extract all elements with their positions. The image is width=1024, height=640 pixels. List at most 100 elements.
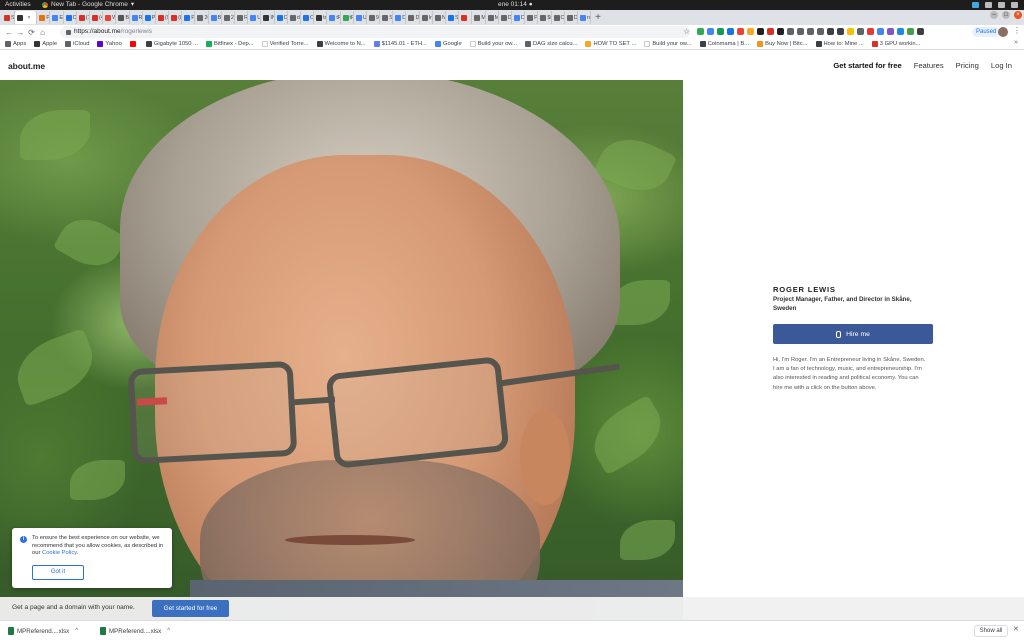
reload-icon[interactable]: ⟳ [26, 28, 37, 37]
browser-tab[interactable]: Cr [275, 11, 288, 24]
browser-tab[interactable]: IN [261, 11, 275, 24]
minimize-icon[interactable]: – [990, 11, 998, 19]
got-it-button[interactable]: Got it [32, 565, 84, 580]
browser-tab[interactable]: Cr [301, 11, 315, 24]
browser-tab[interactable]: Sc [2, 11, 16, 24]
browser-tab[interactable]: to [314, 11, 328, 24]
browser-tab[interactable]: Ur [248, 11, 262, 24]
forward-icon[interactable]: → [15, 28, 26, 37]
home-icon[interactable]: ⌂ [37, 28, 48, 37]
browser-tab[interactable]: Cl [64, 11, 77, 24]
extension-icon[interactable] [707, 28, 714, 35]
browser-tab[interactable]: dc [288, 11, 301, 24]
bookmark-item[interactable]: Build your ow... [644, 41, 692, 47]
browser-tab[interactable]: Di [406, 11, 420, 24]
pricing-link[interactable]: Pricing [956, 61, 979, 70]
extension-icon[interactable] [717, 28, 724, 35]
show-all-downloads-button[interactable]: Show all [974, 625, 1008, 637]
promo-get-started-button[interactable]: Get started for free [152, 600, 229, 617]
bookmark-item[interactable]: iCloud [65, 41, 89, 47]
browser-tab[interactable]: Int [420, 11, 433, 24]
browser-tab[interactable]: tP [341, 11, 354, 24]
extension-icon[interactable] [757, 28, 764, 35]
browser-tab[interactable]: (8 [169, 11, 183, 24]
browser-tab[interactable]: Pc [525, 11, 539, 24]
extension-icon[interactable] [697, 28, 704, 35]
power-icon[interactable] [1011, 2, 1018, 8]
bookmark-item[interactable]: Coinmama | B... [699, 41, 749, 47]
sync-paused-badge[interactable]: Paused [972, 27, 1001, 37]
bookmark-item[interactable]: Build your ow... [469, 41, 517, 47]
chevron-up-icon[interactable]: ^ [167, 628, 170, 634]
login-link[interactable]: Log In [991, 61, 1012, 70]
close-window-icon[interactable]: × [1014, 11, 1022, 19]
hire-me-button[interactable]: Hire me [773, 324, 933, 344]
url-input[interactable]: https://about.me/rogerlewis [60, 26, 690, 38]
browser-tab[interactable]: Ur [354, 11, 367, 24]
browser-tab[interactable]: 20 [222, 11, 235, 24]
extension-icon[interactable] [877, 28, 884, 35]
browser-tab[interactable]: tP [327, 11, 341, 24]
browser-tab[interactable]: (4 [90, 11, 104, 24]
extension-icon[interactable] [887, 28, 894, 35]
system-tray[interactable] [972, 0, 1018, 8]
volume-icon[interactable] [998, 2, 1005, 8]
browser-tab[interactable]: Di [565, 11, 578, 24]
bookmark-item[interactable]: Apple [34, 41, 57, 47]
new-tab-button[interactable]: + [591, 12, 605, 23]
extension-icon[interactable] [847, 28, 854, 35]
browser-tab[interactable]: Rc [130, 11, 143, 24]
close-tab-icon[interactable]: × [27, 15, 30, 21]
extension-icon[interactable] [747, 28, 754, 35]
bookmark-item[interactable]: Gigabyte 1050 ... [145, 41, 198, 47]
bookmark-item[interactable]: Bitfinex - Dep... [205, 41, 254, 47]
extension-icon[interactable] [857, 28, 864, 35]
browser-tab[interactable]: Dl [393, 11, 407, 24]
browser-tab[interactable]: Ec [50, 11, 64, 24]
bookmark-item[interactable]: DAG size calcu... [525, 41, 577, 47]
extension-icon[interactable] [787, 28, 794, 35]
extension-icon[interactable] [807, 28, 814, 35]
extension-icon[interactable] [737, 28, 744, 35]
browser-tab[interactable]: Dy [512, 11, 526, 24]
extension-icon[interactable] [917, 28, 924, 35]
skype-icon[interactable] [972, 2, 979, 8]
cookie-policy-link[interactable]: Cookie Policy [42, 550, 77, 556]
bookmark-item[interactable]: Welcome to N... [316, 41, 366, 47]
browser-tab[interactable]: Su [380, 11, 394, 24]
app-menu[interactable]: New Tab - Google Chrome ▾ [42, 0, 134, 10]
chevron-up-icon[interactable]: ^ [75, 628, 78, 634]
browser-tab[interactable]: Di [499, 11, 512, 24]
bookmark-item[interactable]: $1145.01 - ETH... [373, 41, 427, 47]
extension-icon[interactable] [817, 28, 824, 35]
get-started-link[interactable]: Get started for free [833, 61, 901, 70]
browser-tab[interactable]: Cc [552, 11, 565, 24]
browser-tab[interactable]: Bt [209, 11, 222, 24]
browser-tab[interactable]: Re [235, 11, 249, 24]
network-icon[interactable] [985, 2, 992, 8]
extension-icon[interactable] [797, 28, 804, 35]
browser-tab[interactable] [459, 11, 473, 24]
browser-tab[interactable]: W [103, 11, 117, 24]
extension-icon[interactable] [907, 28, 914, 35]
browser-tab[interactable]: (1 [77, 11, 90, 24]
back-icon[interactable]: ← [4, 28, 15, 37]
browser-tab[interactable]: × [15, 11, 38, 24]
browser-tab[interactable]: (9 [156, 11, 170, 24]
bookmarks-overflow-icon[interactable]: » [1014, 39, 1018, 46]
extension-icon[interactable] [867, 28, 874, 35]
bookmark-item[interactable]: Yahoo [97, 41, 122, 47]
bookmark-item[interactable]: Verified Torre... [261, 41, 309, 47]
bookmark-item[interactable]: Buy Now | Bitc... [757, 41, 808, 47]
bookmark-item[interactable]: Google [434, 41, 462, 47]
bookmark-item[interactable] [129, 41, 138, 47]
browser-tab[interactable]: Se [446, 11, 460, 24]
profile-avatar[interactable] [998, 27, 1008, 37]
download-item[interactable]: MPReferend....xlsx ^ [8, 626, 78, 636]
download-item[interactable]: MPReferend....xlsx ^ [100, 626, 170, 636]
browser-tab[interactable]: M [472, 11, 486, 24]
browser-tab[interactable]: ro [578, 11, 592, 24]
extension-icon[interactable] [777, 28, 784, 35]
lock-icon[interactable] [66, 29, 71, 35]
extension-icon[interactable] [837, 28, 844, 35]
